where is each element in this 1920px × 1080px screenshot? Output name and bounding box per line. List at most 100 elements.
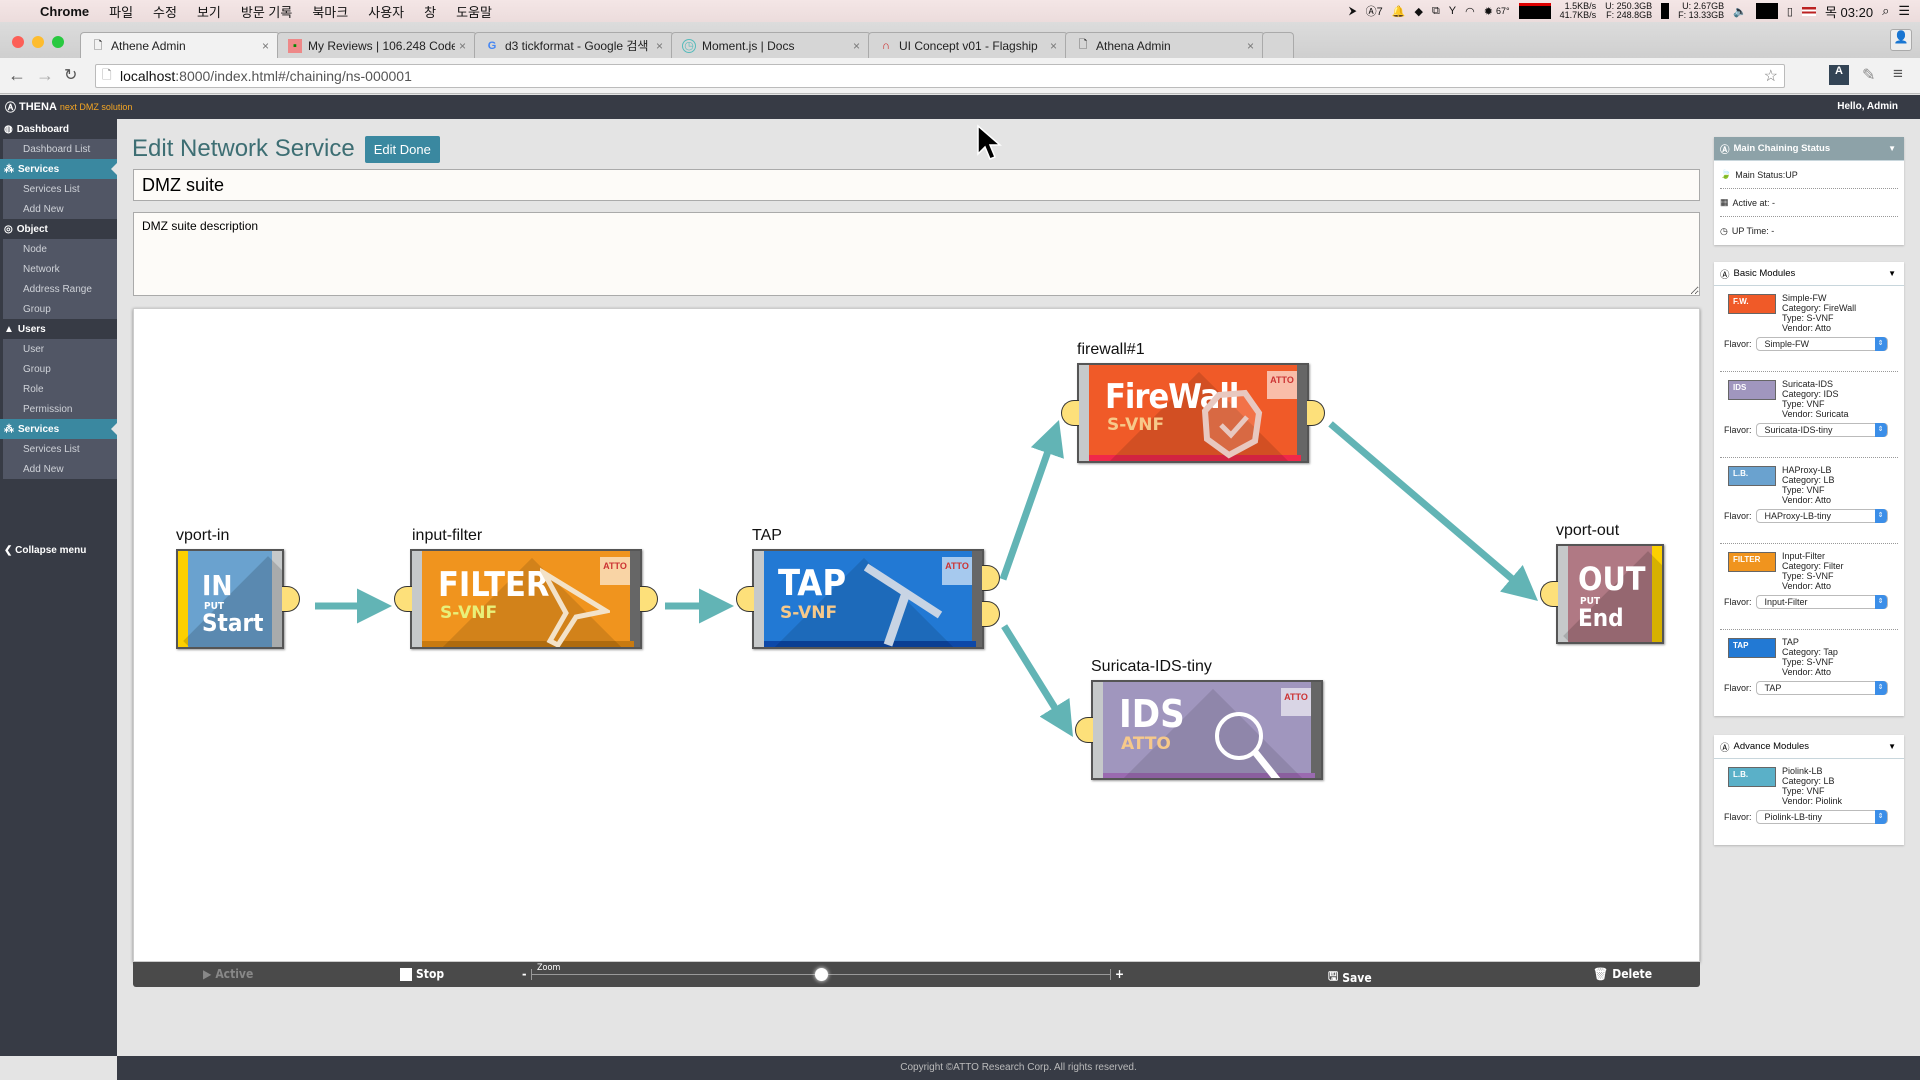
- spotlight-icon[interactable]: ⌕: [1882, 3, 1889, 19]
- sidebar-item-user[interactable]: User: [3, 339, 117, 359]
- evernote-icon[interactable]: ◆: [1414, 5, 1422, 18]
- module-item[interactable]: FILTER Input-Filter Category: Filter Typ…: [1720, 544, 1898, 630]
- bell-icon[interactable]: 🔔: [1392, 5, 1406, 18]
- menu-app-name[interactable]: Chrome: [40, 4, 89, 19]
- volume-icon[interactable]: 🔈: [1733, 5, 1747, 18]
- save-button[interactable]: 🖫 Save: [1328, 967, 1372, 988]
- sidebar-item-object-group[interactable]: Group: [3, 299, 117, 319]
- sidebar-item-dashboard-list[interactable]: Dashboard List: [3, 139, 117, 159]
- close-window-button[interactable]: [12, 36, 24, 48]
- module-item[interactable]: TAP TAP Category: Tap Type: S-VNF Vendor…: [1720, 630, 1898, 716]
- clock[interactable]: 목 03:20: [1825, 2, 1873, 21]
- flavor-select[interactable]: HAProxy-LB-tiny ⇕: [1755, 509, 1888, 523]
- notification-center-icon[interactable]: ☰: [1898, 3, 1910, 19]
- zoom-out-button[interactable]: -: [522, 967, 526, 981]
- battery-icon[interactable]: ▯: [1787, 5, 1793, 18]
- forward-app-icon[interactable]: ⮞: [1349, 5, 1357, 18]
- browser-tab[interactable]: Gd3 tickformat - Google 검색 ×: [474, 32, 674, 58]
- flavor-select[interactable]: Input-Filter ⇕: [1755, 595, 1888, 609]
- flavor-select[interactable]: Suricata-IDS-tiny ⇕: [1755, 423, 1888, 437]
- stop-button[interactable]: Stop: [400, 967, 444, 981]
- status-card-header[interactable]: Ⓐ Main Chaining Status ▼: [1714, 137, 1904, 161]
- bookmark-star-icon[interactable]: ☆: [1764, 66, 1778, 86]
- menu-history[interactable]: 방문 기록: [241, 2, 292, 21]
- module-thumbnail[interactable]: IDS: [1728, 380, 1776, 400]
- sidebar-item-user-group[interactable]: Group: [3, 359, 117, 379]
- minimize-window-button[interactable]: [32, 36, 44, 48]
- menu-window[interactable]: 창: [424, 2, 436, 21]
- link-firewall-to-vport-out[interactable]: [1328, 421, 1538, 601]
- module-thumbnail[interactable]: TAP: [1728, 638, 1776, 658]
- menu-edit[interactable]: 수정: [153, 2, 177, 21]
- browser-tab[interactable]: ◷ Moment.js | Docs ×: [671, 32, 871, 58]
- zoom-window-button[interactable]: [52, 36, 64, 48]
- sidebar-item-services-list[interactable]: Services List: [3, 439, 117, 459]
- menu-view[interactable]: 보기: [197, 2, 221, 21]
- sidebar-group-services-2[interactable]: ⁂ Services: [0, 419, 117, 439]
- eyedropper-icon[interactable]: ✎: [1862, 65, 1875, 85]
- sidebar-item-node[interactable]: Node: [3, 239, 117, 259]
- forward-icon[interactable]: →: [36, 65, 54, 86]
- advance-modules-header[interactable]: Ⓐ Advance Modules ▼: [1714, 735, 1904, 759]
- menu-help[interactable]: 도움말: [456, 2, 492, 21]
- link-tap-to-firewall[interactable]: [999, 419, 1064, 581]
- sidebar-item-add-new[interactable]: Add New: [3, 459, 117, 479]
- collapse-menu-button[interactable]: ❮ Collapse menu: [4, 545, 86, 556]
- browser-tab[interactable]: ∩ UI Concept v01 - Flagship ×: [868, 32, 1068, 58]
- flavor-select[interactable]: TAP ⇕: [1755, 681, 1888, 695]
- adobe-icon[interactable]: Ⓐ7: [1366, 3, 1383, 19]
- menu-people[interactable]: 사용자: [368, 2, 404, 21]
- extension-a-icon[interactable]: A: [1829, 65, 1849, 85]
- app-logo[interactable]: Ⓐ THENA next DMZ solution: [5, 99, 132, 115]
- sync-icon[interactable]: ⧉: [1432, 5, 1440, 18]
- basic-modules-header[interactable]: Ⓐ Basic Modules ▼: [1714, 262, 1904, 286]
- module-thumbnail[interactable]: L.B.: [1728, 466, 1776, 486]
- wifi-icon[interactable]: ◠: [1465, 5, 1475, 18]
- browser-tab[interactable]: 🗋 Athene Admin ×: [80, 32, 280, 59]
- close-tab-icon[interactable]: ×: [1050, 39, 1057, 53]
- sidebar-item-services-list[interactable]: Services List: [3, 179, 117, 199]
- sidebar-item-role[interactable]: Role: [3, 379, 117, 399]
- module-item[interactable]: IDS Suricata-IDS Category: IDS Type: VNF…: [1720, 372, 1898, 458]
- sidebar-group-object[interactable]: ◎ Object: [0, 219, 117, 239]
- link-tap-to-ids[interactable]: [1001, 624, 1074, 738]
- browser-tab[interactable]: 🗋 Athena Admin ×: [1065, 32, 1265, 58]
- edit-done-button[interactable]: Edit Done: [364, 135, 440, 163]
- sidebar-item-address-range[interactable]: Address Range: [3, 279, 117, 299]
- menu-file[interactable]: 파일: [109, 2, 133, 21]
- active-button[interactable]: ▶ Active: [203, 967, 253, 981]
- sidebar-group-services[interactable]: ⁂ Services: [0, 159, 117, 179]
- close-tab-icon[interactable]: ×: [1247, 39, 1254, 53]
- sidebar-item-permission[interactable]: Permission: [3, 399, 117, 419]
- input-source-flag-icon[interactable]: [1801, 6, 1816, 16]
- fan-icon[interactable]: ✹: [1484, 5, 1493, 18]
- close-tab-icon[interactable]: ×: [262, 39, 269, 53]
- new-tab-button[interactable]: [1262, 32, 1294, 58]
- chrome-menu-icon[interactable]: ≡: [1893, 64, 1903, 84]
- close-tab-icon[interactable]: ×: [656, 39, 663, 53]
- sidebar-group-dashboard[interactable]: ◍ Dashboard: [0, 119, 117, 139]
- greeting[interactable]: Hello, Admin: [1837, 101, 1898, 112]
- module-item[interactable]: L.B. HAProxy-LB Category: LB Type: VNF V…: [1720, 458, 1898, 544]
- service-name-input[interactable]: [133, 169, 1700, 201]
- back-icon[interactable]: ←: [8, 65, 26, 86]
- module-thumbnail[interactable]: L.B.: [1728, 767, 1776, 787]
- browser-tab[interactable]: ▪ My Reviews | 106.248 Code ×: [277, 32, 477, 58]
- zoom-in-button[interactable]: +: [1115, 967, 1124, 981]
- module-item[interactable]: L.B. Piolink-LB Category: LB Type: VNF V…: [1720, 759, 1898, 845]
- module-thumbnail[interactable]: F.W.: [1728, 294, 1776, 314]
- chaining-canvas[interactable]: vport-in IN PUT Start input-filter FILTE…: [133, 308, 1700, 962]
- menu-bookmarks[interactable]: 북마크: [312, 2, 348, 21]
- reload-icon[interactable]: ↻: [64, 65, 77, 85]
- sidebar-item-network[interactable]: Network: [3, 259, 117, 279]
- delete-button[interactable]: 🗑 Delete: [1593, 967, 1652, 981]
- close-tab-icon[interactable]: ×: [459, 39, 466, 53]
- close-tab-icon[interactable]: ×: [853, 39, 860, 53]
- address-bar[interactable]: 🗋 localhost:8000/index.html#/chaining/ns…: [95, 64, 1785, 88]
- sidebar-item-add-new[interactable]: Add New: [3, 199, 117, 219]
- flavor-select[interactable]: Simple-FW ⇕: [1755, 337, 1888, 351]
- module-thumbnail[interactable]: FILTER: [1728, 552, 1776, 572]
- flavor-select[interactable]: Piolink-LB-tiny ⇕: [1755, 810, 1888, 824]
- fork-icon[interactable]: Y: [1449, 5, 1456, 17]
- profile-icon[interactable]: 👤: [1890, 29, 1912, 51]
